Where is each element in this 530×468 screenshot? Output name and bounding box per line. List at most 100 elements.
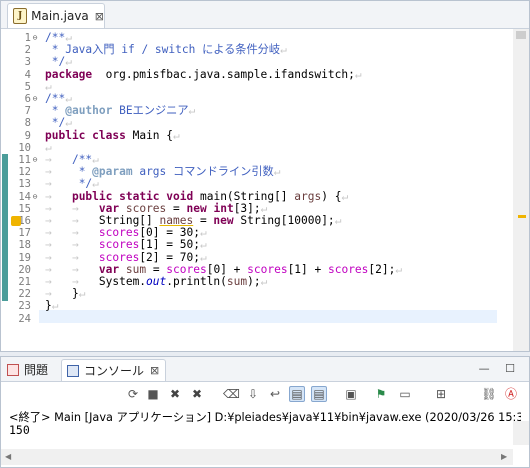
code-token: );	[247, 275, 261, 288]
code-token: → →	[45, 226, 99, 240]
code-token: ↵	[341, 189, 349, 203]
clear-console-icon[interactable]: ⌫	[223, 386, 240, 402]
code-token: String[]	[98, 214, 160, 227]
code-token: scores	[166, 262, 207, 276]
code-token: var	[98, 201, 120, 215]
code-token: → →	[45, 201, 99, 215]
fold-toggle-icon[interactable]: ⊖	[31, 32, 39, 44]
error-icon[interactable]: Ⓐ	[503, 386, 519, 402]
warning-icon[interactable]	[11, 216, 21, 226]
code-token: }	[71, 287, 79, 301]
code-token: [2] = 70;	[139, 250, 200, 264]
code-token: ↵	[260, 275, 268, 288]
code-token: args コマンドライン引数	[132, 165, 274, 179]
code-token: String[10000];	[233, 214, 335, 227]
save-icon[interactable]: ▣	[343, 386, 359, 402]
code-token: [2];	[368, 262, 396, 276]
code-token: out	[146, 275, 167, 288]
word-wrap-icon[interactable]: ↩	[267, 386, 283, 402]
line-number: 4	[24, 68, 31, 81]
editor-panel: J Main.java ⊠ 1 ⊖ 2 3 4 5 6 ⊖ 7 8 9 10 11 ⊖ 12 13 14 ⊖ 15 1…	[0, 0, 530, 352]
code-line[interactable]: public class Main {↵	[45, 128, 180, 142]
pin-console-icon[interactable]: ⚑	[373, 386, 389, 402]
code-token: public	[45, 128, 86, 142]
code-token: ↵	[199, 238, 207, 252]
line-number: 19	[18, 251, 31, 264]
code-token: /**	[45, 92, 66, 105]
code-token: [0] = 30;	[139, 226, 200, 240]
code-token: →	[45, 189, 72, 203]
code-line[interactable]: package org.pmisfbac.java.sample.ifandsw…	[45, 67, 362, 81]
scrollbar-thumb[interactable]	[516, 31, 526, 39]
sync-icon[interactable]: ⟳	[125, 386, 141, 402]
code-token: args	[294, 189, 322, 203]
code-token: main(String[]	[193, 189, 295, 203]
code-token: scores	[247, 262, 288, 276]
terminate-icon[interactable]: ■	[145, 386, 161, 402]
code-token: =	[166, 201, 187, 215]
tab-console-label: コンソール	[84, 364, 145, 378]
code-token: int	[213, 201, 234, 215]
code-line[interactable]: * Java入門 if / switch による条件分岐↵	[45, 44, 287, 56]
code-token: public	[71, 189, 113, 203]
overview-warning-marker[interactable]	[518, 215, 526, 218]
code-token: → →	[45, 275, 99, 288]
view-window-buttons[interactable]: — ☐	[479, 362, 521, 375]
code-token: @author	[65, 104, 113, 118]
line-number: 14	[18, 190, 31, 203]
code-token: ) {	[321, 189, 342, 203]
scroll-right-icon[interactable]: ▶	[501, 452, 507, 461]
code-token: ↵	[45, 79, 52, 93]
code-editor[interactable]: 1 ⊖ 2 3 4 5 6 ⊖ 7 8 9 10 11 ⊖ 12 13 14 ⊖ 15 16 17 18 19 20 21 22 2…	[1, 29, 529, 351]
editor-vertical-scrollbar[interactable]	[513, 29, 529, 351]
line-number: 10	[18, 141, 31, 154]
line-number: 21	[18, 276, 31, 288]
tab-problems-label: 問題	[24, 363, 49, 377]
code-token: ↵	[51, 299, 59, 313]
tab-main-java[interactable]: J Main.java ⊠	[7, 3, 105, 28]
show-stdout-icon[interactable]: ▤	[289, 386, 305, 402]
remove-launch-icon[interactable]: ✖	[167, 386, 183, 402]
tab-problems[interactable]: 問題	[7, 359, 48, 380]
fold-toggle-icon[interactable]: ⊖	[31, 154, 39, 166]
code-token: ↵	[173, 128, 180, 142]
code-token: var	[98, 262, 120, 276]
console-output[interactable]: 150	[9, 423, 30, 437]
code-token: →	[45, 177, 72, 191]
line-number: 5	[24, 80, 31, 93]
line-number: 15	[18, 202, 31, 215]
code-token: scores	[98, 250, 140, 264]
code-token: →	[45, 287, 72, 301]
code-token: =	[146, 262, 167, 276]
display-console-icon[interactable]: ▭	[397, 386, 413, 402]
close-tab-icon[interactable]: ⊠	[95, 10, 104, 23]
code-token: new	[186, 201, 207, 215]
remove-all-icon[interactable]: ✖	[189, 386, 205, 402]
console-tab-bar: 問題 コンソール ⊠ — ☐	[1, 357, 529, 382]
code-token: ↵	[65, 55, 72, 69]
scroll-left-icon[interactable]: ◀	[5, 452, 11, 461]
link-icon[interactable]: ⛓	[481, 386, 497, 402]
scroll-lock-icon[interactable]: ⇩	[245, 386, 261, 402]
console-horizontal-scrollbar[interactable]: ◀ ▶	[1, 449, 513, 465]
code-text[interactable]: /**↵ * Java入門 if / switch による条件分岐↵ */↵ pa…	[45, 29, 497, 351]
code-token: sum	[125, 262, 147, 276]
open-console-icon[interactable]: ⊞	[433, 386, 449, 402]
fold-toggle-icon[interactable]: ⊖	[31, 93, 39, 105]
line-number: 7	[24, 105, 31, 118]
code-token: */	[45, 55, 66, 69]
code-line[interactable]: }↵	[45, 300, 59, 312]
tab-console[interactable]: コンソール ⊠	[61, 359, 167, 381]
tab-label: Main.java	[31, 9, 89, 23]
code-token: ↵	[395, 262, 403, 276]
line-number: 17	[18, 227, 31, 240]
code-token: → →	[45, 262, 99, 276]
console-vertical-scrollbar[interactable]	[513, 421, 529, 445]
line-number: 3	[24, 56, 31, 69]
show-stderr-icon[interactable]: ▤	[311, 386, 327, 402]
line-number: 11	[18, 154, 31, 166]
code-token: ↵	[92, 177, 99, 191]
fold-toggle-icon[interactable]: ⊖	[31, 191, 39, 203]
close-console-tab-icon[interactable]: ⊠	[150, 364, 159, 377]
code-token: org.pmisfbac.java.sample.ifandswitch;	[92, 67, 355, 81]
